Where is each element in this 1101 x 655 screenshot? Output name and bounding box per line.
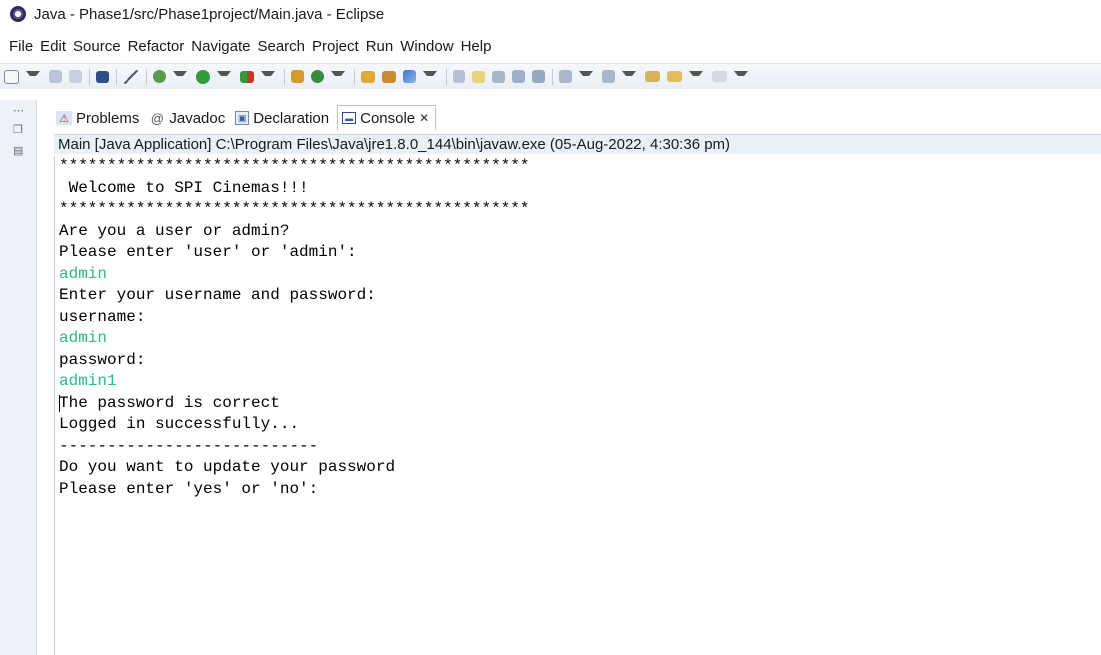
console-line: Do you want to update your password <box>59 458 396 476</box>
new-class-icon[interactable] <box>311 70 324 83</box>
back-dropdown-icon[interactable] <box>689 71 703 82</box>
console-line: --------------------------- <box>59 437 319 455</box>
toolbar-separator <box>89 68 90 85</box>
forward-icon[interactable] <box>712 71 727 82</box>
console-input-line: admin <box>59 329 108 347</box>
console-header: Main [Java Application] C:\Program Files… <box>54 134 1101 154</box>
paragraph-icon[interactable] <box>532 70 545 83</box>
menu-bar: File Edit Source Refactor Navigate Searc… <box>0 33 498 59</box>
view-menu-icon[interactable]: ⋯ <box>13 106 24 117</box>
package-explorer-icon[interactable]: ▤ <box>13 146 24 157</box>
text-cursor <box>59 395 60 412</box>
external-tools-icon[interactable] <box>240 70 254 83</box>
next-annotation-icon[interactable] <box>559 70 572 83</box>
menu-navigate[interactable]: Navigate <box>191 38 250 55</box>
console-line: Welcome to SPI Cinemas!!! <box>59 179 309 197</box>
save-all-icon[interactable] <box>69 70 82 83</box>
toolbar-separator <box>116 68 117 85</box>
minimized-view-strip: ⋯ ❐ ▤ <box>0 100 37 655</box>
eclipse-icon <box>10 6 26 22</box>
menu-search[interactable]: Search <box>257 38 305 55</box>
menu-window[interactable]: Window <box>400 38 453 55</box>
search-dropdown-icon[interactable] <box>423 71 437 82</box>
title-bar: Java - Phase1/src/Phase1project/Main.jav… <box>0 0 1101 28</box>
menu-edit[interactable]: Edit <box>40 38 66 55</box>
terminal-icon[interactable] <box>96 70 109 83</box>
menu-project[interactable]: Project <box>312 38 359 55</box>
open-task-icon[interactable] <box>382 70 396 83</box>
tab-javadoc-label: Javadoc <box>169 109 226 127</box>
new-class-dropdown-icon[interactable] <box>331 71 345 82</box>
console-line: password: <box>59 351 146 369</box>
javadoc-icon: @ <box>150 110 164 126</box>
console-line: ****************************************… <box>59 200 530 218</box>
toolbar-separator <box>354 68 355 85</box>
tab-declaration[interactable]: ▣ Declaration <box>233 106 333 130</box>
menu-refactor[interactable]: Refactor <box>128 38 185 55</box>
menu-help[interactable]: Help <box>461 38 492 55</box>
close-icon[interactable]: ✕ <box>419 111 429 125</box>
console-line: Please enter 'yes' or 'no': <box>59 480 319 498</box>
previous-annotation-dropdown-icon[interactable] <box>622 71 636 82</box>
show-whitespace-icon[interactable] <box>512 70 525 83</box>
toolbar-separator <box>284 68 285 85</box>
mark-occurrences-icon[interactable] <box>472 70 485 83</box>
open-type-icon[interactable] <box>361 70 375 83</box>
console-line: Enter your username and password: <box>59 286 376 304</box>
debug-icon[interactable] <box>153 70 166 83</box>
new-package-icon[interactable] <box>291 70 304 83</box>
debug-dropdown-icon[interactable] <box>173 71 187 82</box>
problems-icon: ⚠ <box>56 111 72 125</box>
console-icon: ▬ <box>342 112 357 124</box>
new-dropdown-icon[interactable] <box>26 71 40 82</box>
last-edit-location-icon[interactable] <box>645 71 660 82</box>
forward-dropdown-icon[interactable] <box>734 71 748 82</box>
menu-run[interactable]: Run <box>366 38 394 55</box>
menu-source[interactable]: Source <box>73 38 121 55</box>
console-line: ****************************************… <box>59 157 530 175</box>
tab-javadoc[interactable]: @ Javadoc <box>147 106 229 130</box>
previous-annotation-icon[interactable] <box>602 70 615 83</box>
pin-icon[interactable] <box>453 70 465 83</box>
search-icon[interactable] <box>403 70 416 83</box>
declaration-icon: ▣ <box>235 111 250 125</box>
run-dropdown-icon[interactable] <box>217 71 231 82</box>
toolbar-separator <box>552 68 553 85</box>
console-input-line: admin <box>59 265 108 283</box>
external-tools-dropdown-icon[interactable] <box>261 71 275 82</box>
console-line: Please enter 'user' or 'admin': <box>59 243 357 261</box>
run-icon[interactable] <box>196 69 210 84</box>
toolbar-separator <box>146 68 147 85</box>
skip-breakpoints-icon[interactable] <box>123 69 139 84</box>
tab-console[interactable]: ▬ Console ✕ <box>337 105 437 130</box>
restore-icon[interactable]: ❐ <box>13 125 24 136</box>
new-icon[interactable] <box>4 69 19 84</box>
tab-declaration-label: Declaration <box>253 109 330 127</box>
view-tabs: ⚠ Problems @ Javadoc ▣ Declaration ▬ Con… <box>54 104 440 130</box>
menu-file[interactable]: File <box>9 38 33 55</box>
window-title: Java - Phase1/src/Phase1project/Main.jav… <box>34 5 385 23</box>
block-selection-icon[interactable] <box>492 70 505 83</box>
console-line: Logged in successfully... <box>59 415 300 433</box>
console-input-line: admin1 <box>59 372 117 390</box>
console-line: Are you a user or admin? <box>59 222 290 240</box>
back-icon[interactable] <box>667 71 682 82</box>
toolbar-separator <box>446 68 447 85</box>
next-annotation-dropdown-icon[interactable] <box>579 71 593 82</box>
tab-console-label: Console <box>360 109 416 127</box>
tab-problems[interactable]: ⚠ Problems <box>54 106 143 130</box>
console-output[interactable]: ****************************************… <box>54 156 1101 655</box>
console-line: username: <box>59 308 146 326</box>
tab-problems-label: Problems <box>76 109 140 127</box>
save-icon[interactable] <box>49 70 62 83</box>
console-line: The password is correct <box>59 394 280 412</box>
toolbar <box>0 63 1101 89</box>
